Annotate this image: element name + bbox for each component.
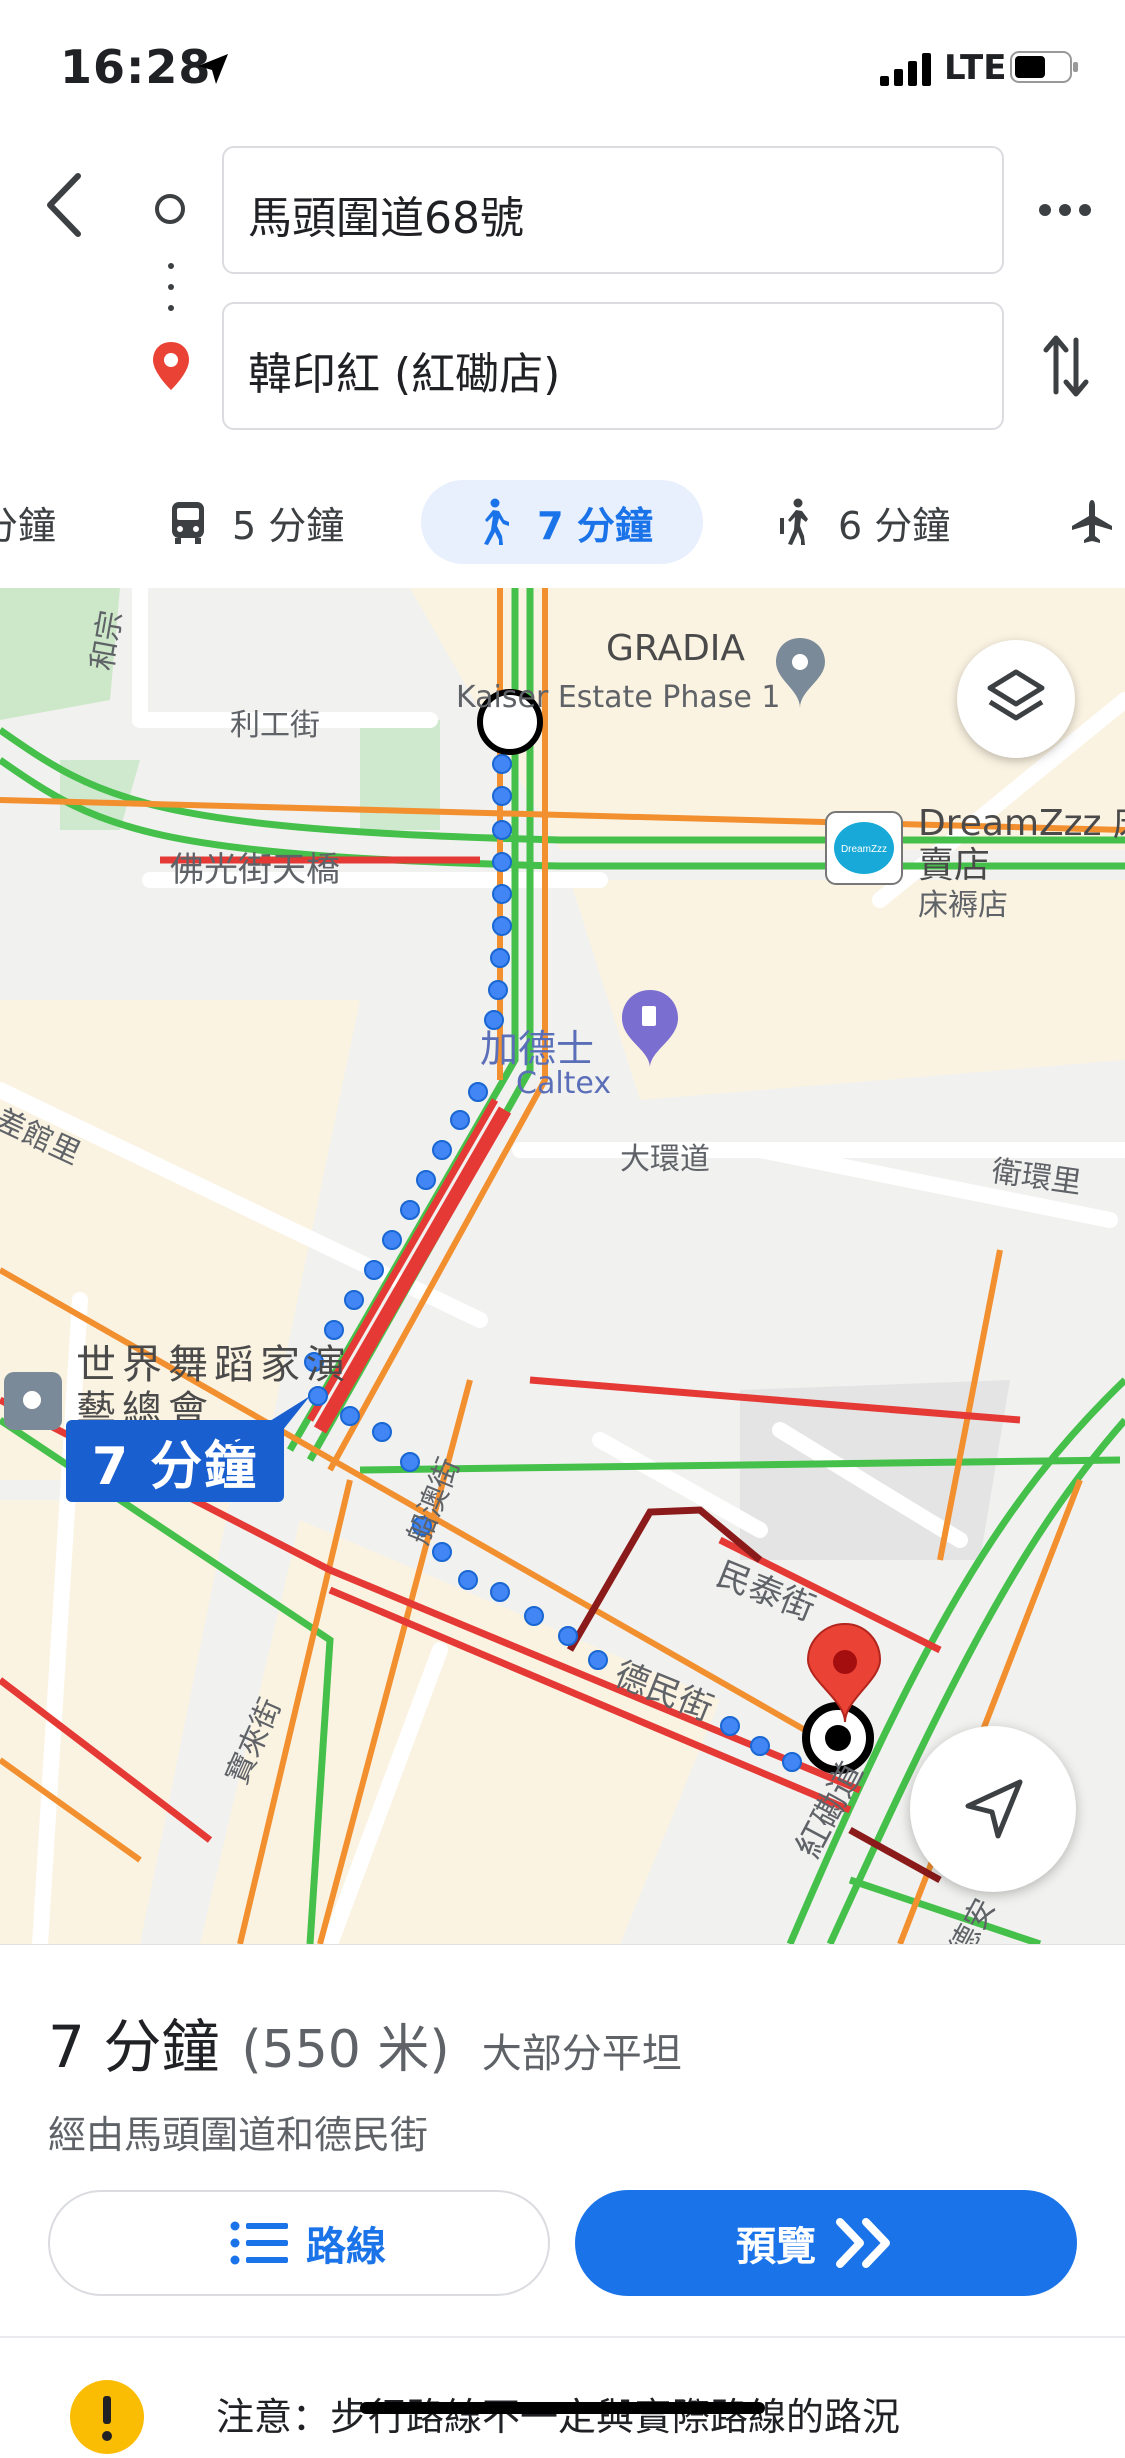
summary-via: 經由馬頭圍道和德民街 <box>48 2113 429 2157</box>
origin-circle-icon <box>155 194 185 224</box>
walk-icon <box>484 498 510 545</box>
map-label-caltex-en[interactable]: Caltex <box>516 1066 611 1101</box>
my-location-button[interactable] <box>910 1726 1076 1892</box>
network-type: LTE <box>944 48 1007 88</box>
layers-button[interactable] <box>957 640 1075 758</box>
preview-button-label: 預覽 <box>736 2224 816 2270</box>
bus-icon <box>172 502 204 544</box>
double-chevron-right-icon <box>836 2218 890 2268</box>
tab-ride-label: 6 分鐘 <box>838 503 951 548</box>
tab-transit[interactable]: 5 分鐘 <box>166 480 344 564</box>
route-summary-line: 7 分鐘 (550 米) 大部分平坦 <box>48 2000 682 2084</box>
steps-button[interactable]: 路線 <box>48 2190 550 2296</box>
duration-tag-pointer-icon <box>230 1396 310 1446</box>
origin-input[interactable]: 馬頭圍道68號 <box>222 146 1004 274</box>
sheet-divider <box>0 2336 1125 2338</box>
preview-button[interactable]: 預覽 <box>575 2190 1077 2296</box>
airplane-icon <box>1072 500 1112 543</box>
status-bar: 16:28 LTE <box>0 0 1125 140</box>
tab-flight[interactable] <box>1070 480 1125 564</box>
travel-mode-tabs: 分鐘 5 分鐘 7 分鐘 6 分鐘 <box>0 470 1125 580</box>
back-arrow-icon[interactable] <box>40 170 90 240</box>
more-options-icon[interactable] <box>1035 200 1095 220</box>
map-label-fat-kwong: 佛光街天橋 <box>170 850 340 890</box>
ride-hail-icon <box>780 498 808 545</box>
destination-pin-icon <box>153 342 189 390</box>
signal-icon <box>880 53 931 86</box>
status-time: 16:28 <box>60 40 212 94</box>
destination-text: 韓印紅 (紅磡店) <box>248 349 561 400</box>
tab-ride[interactable]: 6 分鐘 <box>772 480 950 564</box>
location-arrow-icon <box>198 54 228 84</box>
summary-terrain: 大部分平坦 <box>481 2031 682 2077</box>
destination-input[interactable]: 韓印紅 (紅磡店) <box>222 302 1004 430</box>
swap-icon[interactable] <box>1040 332 1092 400</box>
map-label-kaiser[interactable]: Kaiser Estate Phase 1 <box>456 680 781 715</box>
tab-drive[interactable]: 分鐘 <box>0 480 56 564</box>
navigation-arrow-icon <box>965 1779 1023 1839</box>
map-label-caltex-zh[interactable]: 加德士 <box>480 1018 594 1073</box>
home-indicator[interactable] <box>360 2402 765 2414</box>
tab-walk[interactable]: 7 分鐘 <box>421 480 703 564</box>
summary-distance: (550 米) <box>241 2020 450 2080</box>
svg-text:DreamZzz: DreamZzz <box>841 844 887 855</box>
route-dots-icon <box>168 263 174 311</box>
layers-icon <box>987 669 1045 721</box>
map-label-tai-wan: 大環道 <box>620 1142 710 1177</box>
map-label-gradia[interactable]: GRADIA <box>606 628 745 669</box>
list-icon <box>230 2221 288 2265</box>
map-label-dreamzzz-3: 床褥店 <box>918 888 1008 923</box>
tab-drive-label: 分鐘 <box>0 503 57 548</box>
warning-icon <box>70 2380 144 2454</box>
tab-transit-label: 5 分鐘 <box>232 503 345 548</box>
steps-button-label: 路線 <box>306 2224 386 2270</box>
tab-walk-label: 7 分鐘 <box>537 503 653 548</box>
battery-icon <box>1010 51 1078 83</box>
origin-text: 馬頭圍道68號 <box>248 193 524 244</box>
summary-duration: 7 分鐘 <box>48 2013 220 2081</box>
map-label-li-kung: 利工街 <box>230 708 320 743</box>
